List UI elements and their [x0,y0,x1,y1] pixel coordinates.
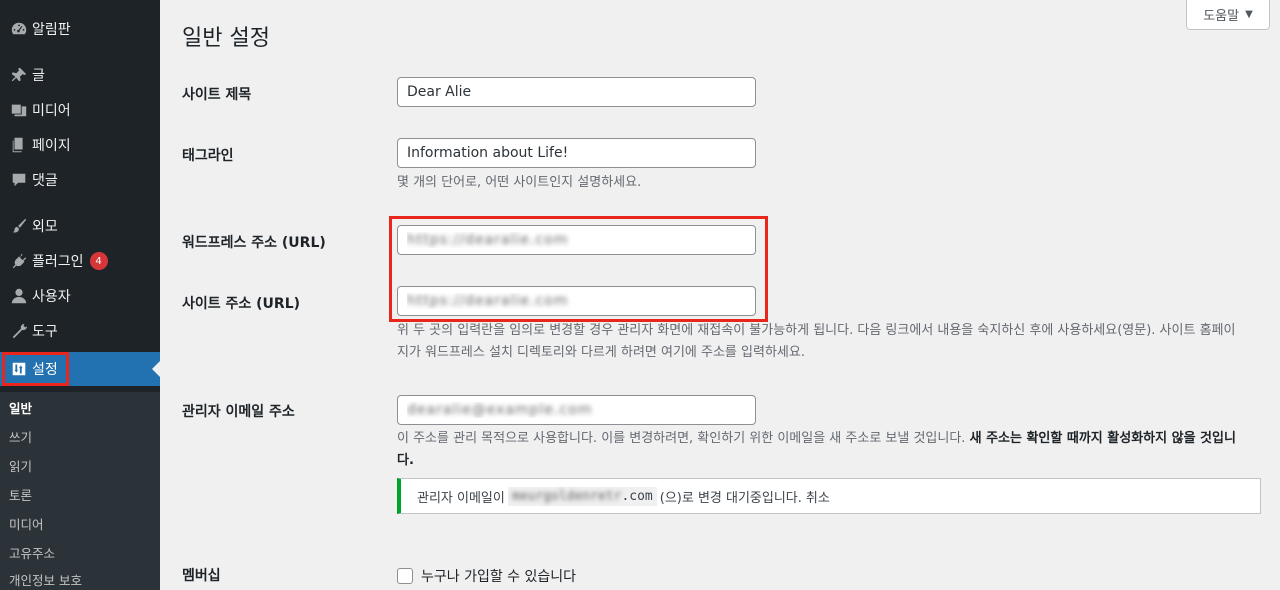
page-title: 일반 설정 [182,26,270,51]
submenu-item-reading[interactable]: 읽기 [9,456,32,475]
sidebar-item-users[interactable]: 사용자 [0,279,160,313]
highlight-box-settings [2,352,69,386]
notice-suffix: (으)로 변경 대기중입니다. [659,490,802,506]
sidebar-item-comments[interactable]: 댓글 [0,163,160,197]
sidebar-item-pages[interactable]: 페이지 [0,128,160,162]
sidebar-item-dashboard[interactable]: 알림판 [0,12,160,46]
comment-icon [0,171,36,189]
membership-option[interactable]: 누구나 가입할 수 있습니다 [397,566,576,586]
pin-icon [0,66,36,84]
settings-submenu: 일반 쓰기 읽기 토론 미디어 고유주소 개인정보 보호 [0,392,160,590]
url-description-line1: 위 두 곳의 입력란을 임의로 변경할 경우 관리자 화면에 재접속이 불가능하… [397,323,1236,338]
email-desc-text: 이 주소를 관리 목적으로 사용합니다. 이를 변경하려면, 확인하기 위한 이… [397,431,970,446]
submenu-item-privacy[interactable]: 개인정보 보호 [9,570,82,589]
sidebar-item-label: 글 [32,68,45,84]
pending-email-suffix: .com [621,488,653,504]
sidebar-item-label: 댓글 [32,173,58,189]
user-icon [0,287,36,305]
sidebar-item-appearance[interactable]: 외모 [0,209,160,243]
active-indicator [152,361,160,377]
membership-label: 멤버십 [182,568,221,584]
cancel-email-change-link[interactable]: 취소 [806,487,830,506]
pending-email-notice: 관리자 이메일이 meurgoldenretr.com (으)로 변경 대기중입… [397,478,1261,514]
email-desc-bold: 새 주소는 확인할 때까지 활성화하지 않을 것입니 [969,431,1236,446]
membership-checkbox[interactable] [397,568,413,584]
brush-icon [0,217,36,235]
sidebar-item-tools[interactable]: 도구 [0,314,160,348]
tagline-label: 태그라인 [182,148,234,164]
sidebar-item-label: 플러그인 [32,254,84,270]
wp-url-label: 워드프레스 주소 (URL) [182,235,326,251]
sidebar-item-label: 알림판 [32,22,71,38]
sidebar-item-label: 미디어 [32,103,71,119]
sidebar-item-posts[interactable]: 글 [0,58,160,92]
admin-email-label: 관리자 이메일 주소 [182,404,295,420]
submenu-item-discussion[interactable]: 토론 [9,485,32,504]
submenu-item-media[interactable]: 미디어 [9,514,44,533]
help-button-label: 도움말 [1203,9,1240,24]
site-title-input[interactable] [397,77,756,107]
membership-checkbox-label: 누구나 가입할 수 있습니다 [421,569,577,585]
email-desc-bold-2: 다. [397,453,414,468]
highlight-box-urls [389,216,768,322]
url-description-line2: 지가 워드프레스 설치 디렉토리와 다르게 하려면 여기에 주소를 입력하세요. [397,345,805,360]
tagline-description: 몇 개의 단어로, 어떤 사이트인지 설명하세요. [397,175,642,190]
caret-down-icon: ▼ [1245,9,1253,20]
help-button[interactable]: 도움말 ▼ [1186,0,1270,30]
notice-prefix: 관리자 이메일이 [417,490,505,506]
pending-email-value: meurgoldenretr.com [507,486,657,506]
dashboard-icon [0,20,36,38]
admin-sidebar: 알림판 글 미디어 페이지 댓글 외모 플러그인 4 사용자 도구 설정 일반 [0,0,160,590]
admin-email-description-2: 다. [397,450,414,472]
sidebar-item-media[interactable]: 미디어 [0,93,160,127]
sidebar-item-label: 도구 [32,324,58,340]
site-title-label: 사이트 제목 [182,87,252,103]
sidebar-item-plugins[interactable]: 플러그인 4 [0,244,160,278]
admin-email-description: 이 주소를 관리 목적으로 사용합니다. 이를 변경하려면, 확인하기 위한 이… [397,428,1263,450]
sidebar-item-label: 사용자 [32,289,71,305]
tagline-input[interactable] [397,138,756,168]
submenu-item-permalinks[interactable]: 고유주소 [9,543,55,562]
sidebar-item-label: 외모 [32,219,58,235]
pending-email-blurred: meurgoldenretr [511,488,622,504]
submenu-item-writing[interactable]: 쓰기 [9,427,32,446]
site-url-label: 사이트 주소 (URL) [182,296,301,312]
submenu-item-general[interactable]: 일반 [9,398,32,417]
plugin-update-badge: 4 [89,252,108,270]
admin-email-input[interactable] [397,395,756,425]
page-icon [0,136,36,154]
wrench-icon [0,322,36,340]
media-icon [0,101,36,119]
plugin-icon [0,252,36,270]
sidebar-item-label: 페이지 [32,138,71,154]
